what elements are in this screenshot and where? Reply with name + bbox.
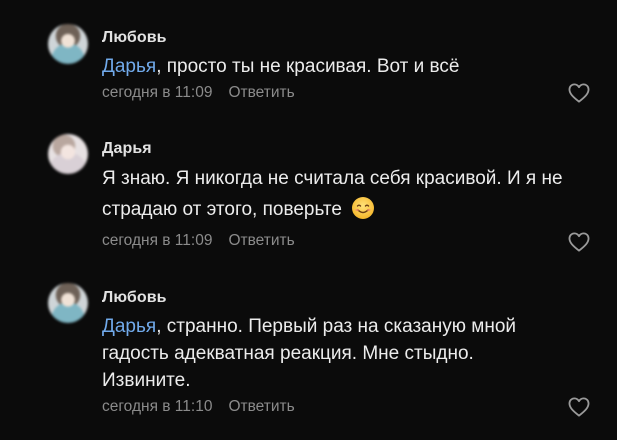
comment-author[interactable]: Любовь <box>102 289 167 307</box>
comment-text-line: Дарья, странно. Первый раз на сказаную м… <box>102 313 602 340</box>
heart-icon[interactable] <box>568 397 590 417</box>
mention-link[interactable]: Дарья <box>102 316 156 337</box>
reply-button[interactable]: Ответить <box>228 232 294 249</box>
mention-link[interactable]: Дарья <box>102 56 156 77</box>
comment-meta: сегодня в 11:09 Ответить <box>102 232 295 250</box>
smiling-face-emoji-icon <box>352 197 375 219</box>
comment-timestamp: сегодня в 11:10 <box>102 398 213 415</box>
comment-text-line: страдаю от этого, поверьте <box>102 199 342 220</box>
comment-meta: сегодня в 11:10 Ответить <box>102 398 295 416</box>
comment-author[interactable]: Дарья <box>102 140 152 158</box>
comment-text-body: , просто ты не красивая. Вот и всё <box>156 56 460 77</box>
comment-text: Я знаю. Я никогда не считала себя красив… <box>102 165 602 223</box>
comment-timestamp: сегодня в 11:09 <box>102 232 213 249</box>
comment-author[interactable]: Любовь <box>102 29 167 47</box>
heart-icon[interactable] <box>568 232 590 252</box>
comment-text-line-with-emoji: страдаю от этого, поверьте <box>102 196 602 223</box>
avatar[interactable] <box>48 134 88 174</box>
reply-button[interactable]: Ответить <box>228 84 294 101</box>
avatar[interactable] <box>48 283 88 323</box>
comment-text-line: Я знаю. Я никогда не считала себя красив… <box>102 168 563 189</box>
comment-text: Дарья, странно. Первый раз на сказаную м… <box>102 313 602 394</box>
comment-text-line: Извините. <box>102 370 191 391</box>
comment-timestamp: сегодня в 11:09 <box>102 84 213 101</box>
reply-button[interactable]: Ответить <box>228 398 294 415</box>
heart-icon[interactable] <box>568 83 590 103</box>
comment-text-body: , странно. Первый раз на сказаную мной <box>156 316 517 337</box>
comment-meta: сегодня в 11:09 Ответить <box>102 84 295 102</box>
avatar[interactable] <box>48 24 88 64</box>
comment-text-line: гадость адекватная реакция. Мне стыдно. <box>102 343 474 364</box>
comment-text: Дарья, просто ты не красивая. Вот и всё <box>102 53 602 80</box>
